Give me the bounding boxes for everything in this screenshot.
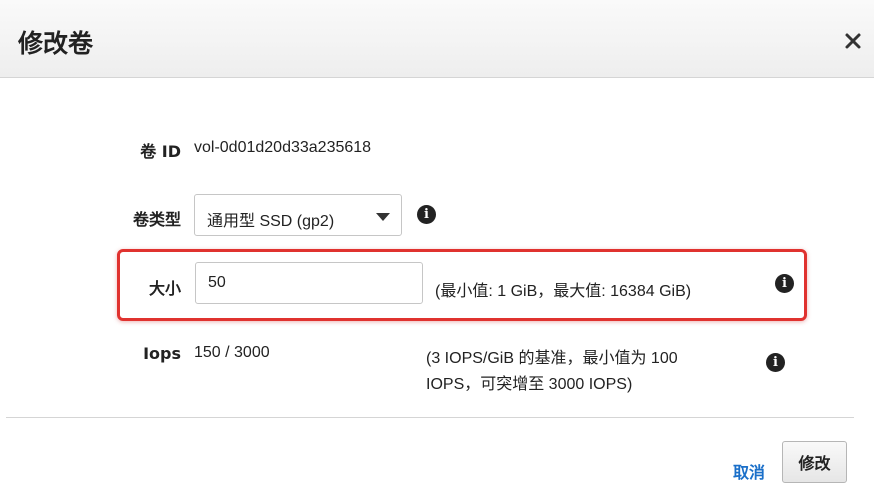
close-icon[interactable]: [838, 26, 868, 56]
volume-type-selected: 通用型 SSD (gp2): [207, 213, 335, 230]
dialog-title: 修改卷: [18, 29, 94, 58]
chevron-down-icon: [376, 213, 390, 221]
cancel-button[interactable]: 取消: [733, 459, 765, 483]
footer-divider: [6, 417, 854, 418]
dialog-header: 修改卷: [0, 0, 874, 78]
volume-type-label: 卷类型: [132, 210, 181, 229]
close-icon-glyph: [845, 33, 861, 49]
iops-label: Iops: [143, 344, 181, 363]
iops-hint-line2: IOPS，可突增至 3000 IOPS): [426, 376, 633, 393]
info-icon[interactable]: i: [775, 274, 794, 293]
volume-id-value: vol-0d01d20d33a235618: [194, 139, 372, 156]
info-icon[interactable]: i: [417, 205, 436, 224]
iops-hint-line1: (3 IOPS/GiB 的基准，最小值为 100: [426, 350, 678, 367]
size-input[interactable]: [195, 262, 423, 304]
info-icon[interactable]: i: [766, 353, 785, 372]
volume-type-select[interactable]: 通用型 SSD (gp2): [194, 194, 402, 236]
size-hint: (最小值: 1 GiB，最大值: 16384 GiB): [435, 283, 692, 300]
volume-id-label: 卷 ID: [140, 142, 181, 161]
iops-value: 150 / 3000: [194, 344, 270, 361]
modify-button[interactable]: 修改: [782, 441, 847, 483]
size-label: 大小: [148, 279, 181, 298]
